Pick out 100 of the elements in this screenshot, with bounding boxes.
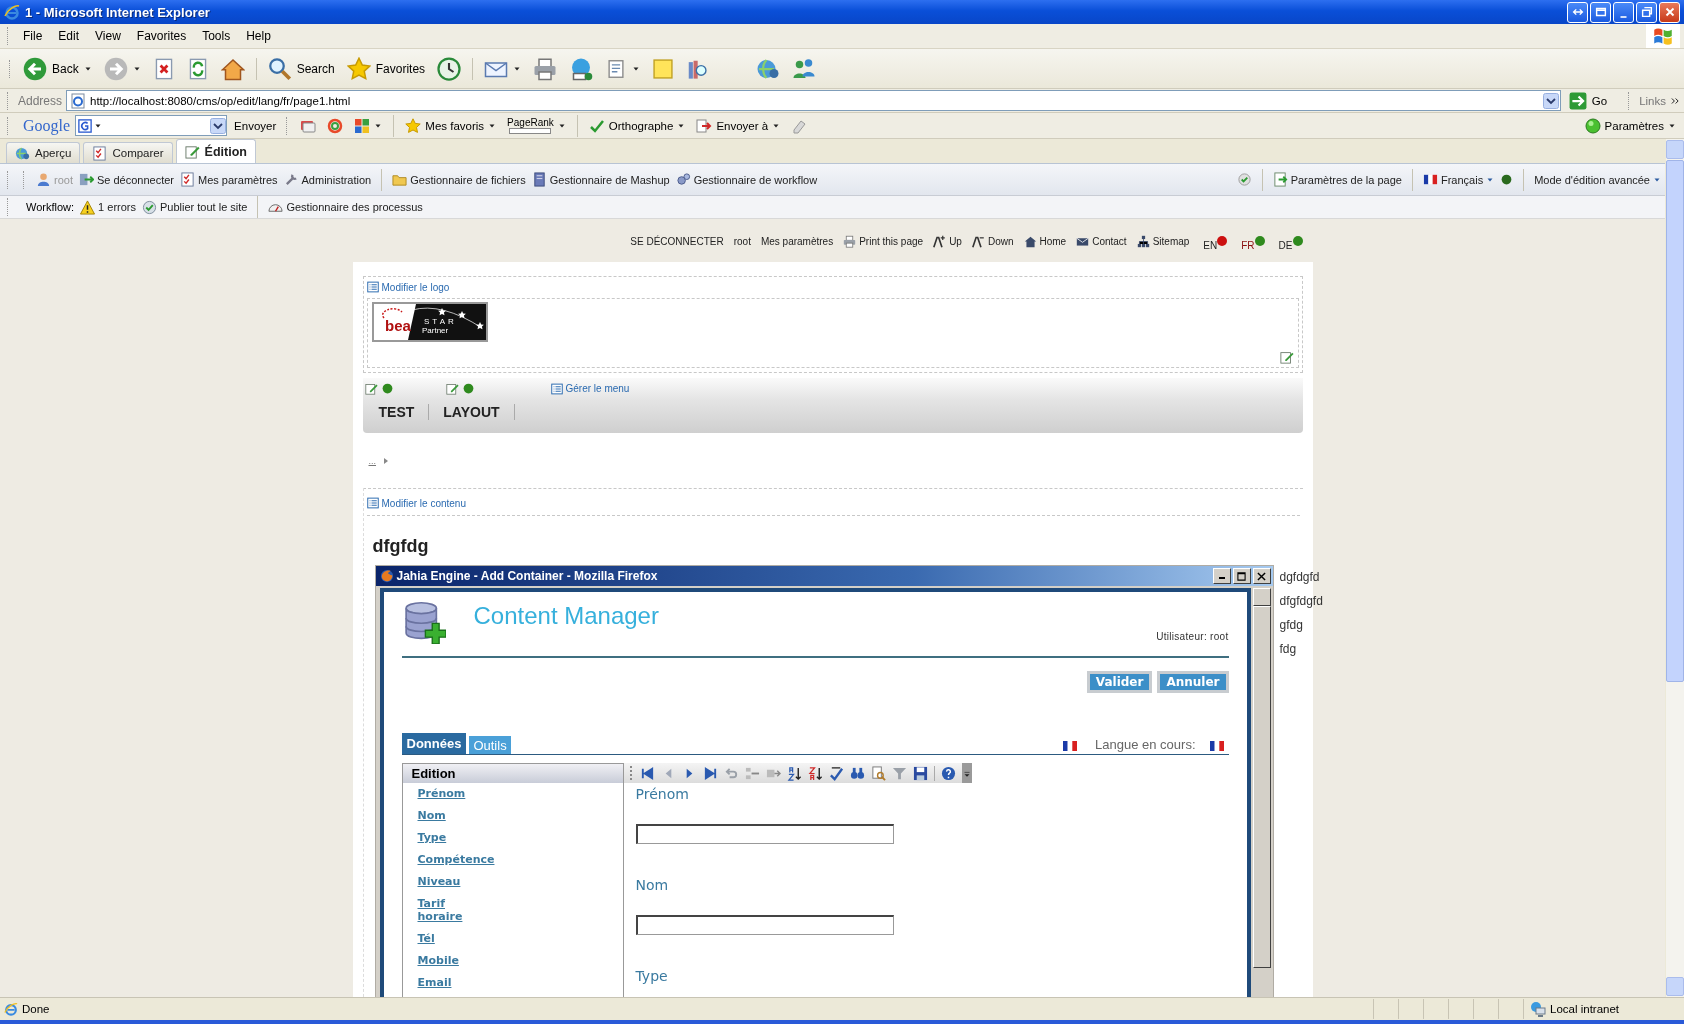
search-combo[interactable] bbox=[75, 115, 228, 136]
action-button[interactable]: Annuler bbox=[1157, 671, 1229, 693]
favorites-button[interactable]: Favorites bbox=[341, 53, 431, 84]
spellcheck-icon[interactable] bbox=[828, 765, 844, 781]
menu-item[interactable]: Favorites bbox=[129, 27, 194, 45]
pagerank-button[interactable]: PageRank bbox=[503, 116, 570, 135]
preview-icon[interactable] bbox=[870, 765, 886, 781]
nav-item[interactable]: TEST bbox=[376, 404, 430, 420]
status-text: Done bbox=[4, 1002, 50, 1016]
publish-icon bbox=[142, 199, 157, 215]
split-view-button[interactable] bbox=[1567, 1, 1588, 23]
field-link[interactable]: Nom bbox=[417, 809, 488, 822]
sort-descending-icon[interactable] bbox=[807, 765, 823, 781]
go-button[interactable]: Go bbox=[1564, 91, 1622, 110]
processes-button[interactable]: Gestionnaire des processus bbox=[268, 199, 423, 215]
people-icon bbox=[792, 56, 817, 81]
tab-view-button[interactable] bbox=[1590, 1, 1611, 23]
help-icon[interactable] bbox=[940, 765, 956, 781]
window-title: 1 - Microsoft Internet Explorer bbox=[25, 4, 210, 20]
top-link[interactable]: Down bbox=[971, 235, 1014, 248]
edit-logo-link[interactable]: Modifier le logo bbox=[366, 281, 1299, 293]
edit-icon[interactable] bbox=[364, 382, 378, 395]
field-link[interactable]: Compétence bbox=[417, 853, 495, 866]
mode-tab[interactable]: Aperçu bbox=[6, 142, 81, 163]
text-field[interactable] bbox=[635, 915, 894, 935]
page-settings-button[interactable]: Paramètres de la page bbox=[1272, 172, 1402, 187]
top-link[interactable]: Mes paramètres bbox=[760, 236, 834, 247]
field-link[interactable]: Tél bbox=[417, 932, 488, 945]
toolbar-item[interactable]: Se déconnecter bbox=[78, 172, 175, 187]
field-link[interactable]: Niveau bbox=[417, 875, 488, 888]
top-link[interactable]: Contact bbox=[1076, 235, 1127, 248]
send-to-button[interactable]: Envoyer à bbox=[692, 116, 785, 135]
binoculars-icon[interactable] bbox=[849, 765, 865, 781]
printer-icon bbox=[843, 235, 857, 248]
nav-item[interactable]: LAYOUT bbox=[429, 404, 515, 420]
top-link[interactable]: root bbox=[733, 236, 751, 247]
search-button[interactable]: Search bbox=[262, 53, 340, 84]
errors-button[interactable]: 1 errors bbox=[80, 199, 136, 215]
pagerank-label: PageRank bbox=[507, 117, 554, 128]
toolbar-item[interactable]: Mes paramètres bbox=[180, 172, 278, 187]
bookmarks-button[interactable]: Mes favoris bbox=[401, 116, 501, 135]
google-logo[interactable]: Google bbox=[17, 116, 73, 135]
popup-tab[interactable]: Données bbox=[401, 733, 467, 754]
language-link[interactable]: EN bbox=[1203, 240, 1218, 251]
recycle-icon bbox=[1236, 172, 1252, 187]
top-link[interactable]: SE DÉCONNECTER bbox=[630, 236, 724, 247]
scrollbar[interactable] bbox=[1665, 139, 1684, 997]
top-link[interactable]: Sitemap bbox=[1136, 235, 1190, 248]
spelling-button[interactable]: Orthographe bbox=[584, 116, 690, 135]
maximize-button[interactable] bbox=[1232, 568, 1251, 584]
top-link[interactable]: Print this page bbox=[843, 235, 924, 248]
mode-tab[interactable]: Édition bbox=[175, 139, 256, 163]
restore-button[interactable] bbox=[1636, 1, 1657, 23]
minimize-button[interactable] bbox=[1212, 568, 1231, 584]
field-link[interactable]: Mobile bbox=[417, 954, 488, 967]
manage-menu-link[interactable]: Gérer le menu bbox=[550, 382, 630, 395]
menu-item[interactable]: View bbox=[88, 27, 128, 45]
toolbar-item[interactable]: Gestionnaire de workflow bbox=[675, 172, 818, 187]
address-field[interactable]: http://localhost:8080/cms/op/edit/lang/fr/page1.html bbox=[66, 90, 1561, 111]
refresh-status-button[interactable] bbox=[1236, 172, 1252, 187]
field-link[interactable]: Prénom bbox=[417, 787, 488, 800]
toolbar-item[interactable]: Gestionnaire de Mashup bbox=[531, 172, 670, 187]
field-link[interactable]: Email bbox=[417, 976, 488, 989]
publish-button[interactable]: Publier tout le site bbox=[142, 199, 248, 215]
language-button[interactable]: Français bbox=[1422, 172, 1495, 187]
collapse-icon[interactable] bbox=[744, 765, 760, 781]
toolbar-item[interactable]: Administration bbox=[283, 172, 372, 187]
edit-icon[interactable] bbox=[1279, 350, 1294, 364]
text-field[interactable] bbox=[635, 824, 894, 844]
back-button[interactable]: Back bbox=[18, 53, 97, 84]
first-icon[interactable] bbox=[639, 765, 655, 781]
status-dot-icon bbox=[380, 382, 394, 395]
arrow-icon bbox=[384, 457, 388, 464]
chevron-icon[interactable] bbox=[1670, 95, 1680, 106]
breadcrumb-link[interactable]: ... bbox=[368, 455, 376, 466]
send-button[interactable]: Envoyer bbox=[230, 118, 281, 133]
field-link[interactable]: Tarif horaire bbox=[417, 897, 488, 923]
close-button[interactable] bbox=[1252, 568, 1271, 584]
action-button[interactable]: Valider bbox=[1086, 671, 1153, 693]
field-link[interactable]: Type bbox=[417, 831, 488, 844]
language-link[interactable]: FR bbox=[1241, 240, 1255, 251]
restore-icon bbox=[1639, 5, 1654, 19]
menu-item[interactable]: Help bbox=[239, 27, 278, 45]
edit-content-link[interactable]: Modifier le contenu bbox=[366, 497, 1300, 509]
save-icon[interactable] bbox=[912, 765, 928, 781]
menu-item[interactable]: Edit bbox=[51, 27, 87, 45]
mode-dropdown[interactable]: Mode d'édition avancée bbox=[1534, 173, 1661, 186]
mode-tab[interactable]: Comparer bbox=[83, 142, 173, 163]
top-link[interactable]: Home bbox=[1023, 235, 1067, 248]
edit-icon[interactable] bbox=[445, 382, 459, 395]
language-link[interactable]: DE bbox=[1278, 240, 1293, 251]
top-link[interactable]: Up bbox=[933, 235, 962, 248]
links-label[interactable]: Links bbox=[1639, 94, 1666, 107]
sort-ascending-icon[interactable] bbox=[786, 765, 802, 781]
menu-item[interactable]: File bbox=[16, 27, 50, 45]
pagerank-bar bbox=[509, 128, 552, 134]
settings-button[interactable]: Paramètres bbox=[1580, 116, 1680, 135]
toolbar-item[interactable]: Gestionnaire de fichiers bbox=[392, 172, 526, 187]
menu-item[interactable]: Tools bbox=[195, 27, 238, 45]
last-icon[interactable] bbox=[702, 765, 718, 781]
